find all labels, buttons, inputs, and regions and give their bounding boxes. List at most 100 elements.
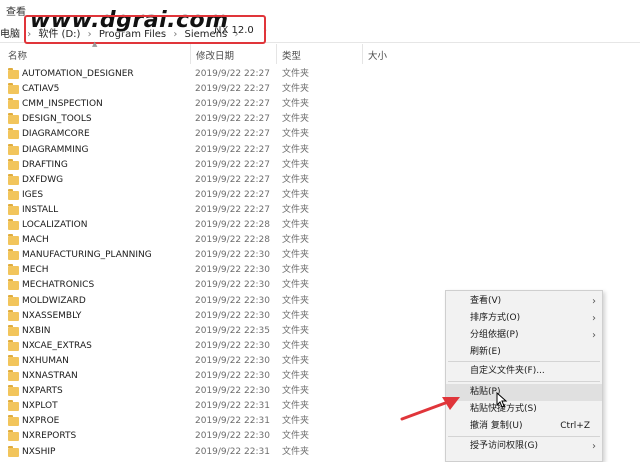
file-name: AUTOMATION_DESIGNER — [22, 69, 134, 79]
file-row[interactable]: AUTOMATION_DESIGNER 2019/9/22 22:27 文件夹 — [0, 67, 640, 82]
ribbon-view-tab[interactable]: 查看 — [6, 3, 26, 18]
file-date: 2019/9/22 22:30 — [195, 250, 270, 261]
context-menu-item-label: 分组依据(P) — [470, 330, 519, 340]
context-menu-item-group-by[interactable]: 分组依据(P) › — [446, 327, 602, 344]
sort-up-icon: ▲ — [92, 40, 98, 48]
column-header-size[interactable]: 大小 — [368, 48, 387, 62]
file-row[interactable]: MECH 2019/9/22 22:30 文件夹 — [0, 263, 640, 278]
context-menu-item-paste-shortcut[interactable]: 粘贴快捷方式(S) — [446, 401, 602, 418]
context-menu-item-sort-by[interactable]: 排序方式(O) › — [446, 310, 602, 327]
file-row[interactable]: LOCALIZATION 2019/9/22 22:28 文件夹 — [0, 218, 640, 233]
file-date: 2019/9/22 22:30 — [195, 310, 270, 321]
column-header-date[interactable]: 修改日期 — [196, 48, 234, 62]
context-menu-item-refresh[interactable]: 刷新(E) — [446, 344, 602, 361]
folder-icon — [8, 143, 19, 155]
file-date: 2019/9/22 22:30 — [195, 295, 270, 306]
context-menu-item-label: 查看(V) — [470, 296, 502, 306]
file-date: 2019/9/22 22:28 — [195, 220, 270, 230]
file-name: INSTALL — [22, 204, 59, 215]
context-menu-item-label: 撤消 复制(U) — [470, 421, 523, 431]
file-type: 文件夹 — [282, 446, 310, 457]
folder-icon — [8, 279, 19, 291]
file-type: 文件夹 — [282, 386, 310, 397]
file-row[interactable]: CATIAV5 2019/9/22 22:27 文件夹 — [0, 82, 640, 97]
folder-icon — [8, 234, 19, 246]
file-date: 2019/9/22 22:30 — [195, 340, 270, 351]
column-divider[interactable] — [362, 44, 363, 64]
file-date: 2019/9/22 22:27 — [195, 159, 270, 170]
column-divider[interactable] — [276, 44, 277, 64]
file-type: 文件夹 — [282, 84, 310, 95]
address-segment-pc[interactable]: 电脑 — [0, 29, 20, 40]
file-type: 文件夹 — [282, 204, 310, 215]
file-name: NXASSEMBLY — [22, 310, 82, 321]
column-header-name[interactable]: 名称 — [8, 48, 27, 62]
file-type: 文件夹 — [282, 129, 310, 140]
context-menu-item-undo-copy[interactable]: 撤消 复制(U) Ctrl+Z — [446, 418, 602, 435]
file-name: DESIGN_TOOLS — [22, 114, 92, 125]
file-name: IGES — [22, 189, 44, 200]
folder-icon — [8, 203, 19, 215]
context-menu-item-give-access[interactable]: 授予访问权限(G) › — [446, 438, 602, 455]
column-divider[interactable] — [190, 44, 191, 64]
file-row[interactable]: IGES 2019/9/22 22:27 文件夹 — [0, 188, 640, 203]
file-row[interactable]: DIAGRAMCORE 2019/9/22 22:27 文件夹 — [0, 127, 640, 142]
context-menu-item-paste[interactable]: 粘贴(P) — [446, 384, 602, 401]
file-date: 2019/9/22 22:30 — [195, 431, 270, 442]
file-name: NXCAE_EXTRAS — [22, 340, 92, 351]
file-row[interactable]: DRAFTING 2019/9/22 22:27 文件夹 — [0, 158, 640, 173]
folder-icon — [8, 219, 19, 230]
folder-icon — [8, 188, 19, 200]
folder-icon — [8, 400, 19, 412]
file-type: 文件夹 — [282, 114, 310, 125]
file-type: 文件夹 — [282, 220, 310, 230]
file-row[interactable]: MANUFACTURING_PLANNING 2019/9/22 22:30 文件夹 — [0, 248, 640, 263]
file-date: 2019/9/22 22:31 — [195, 416, 270, 427]
context-menu-item-label: 刷新(E) — [470, 347, 501, 357]
file-type: 文件夹 — [282, 355, 310, 366]
chevron-right-icon: › — [592, 330, 596, 341]
file-date: 2019/9/22 22:30 — [195, 280, 270, 291]
file-type: 文件夹 — [282, 174, 310, 185]
column-header-type[interactable]: 类型 — [282, 48, 301, 62]
file-row[interactable]: DESIGN_TOOLS 2019/9/22 22:27 文件夹 — [0, 112, 640, 127]
context-menu-item-view[interactable]: 查看(V) › — [446, 293, 602, 310]
file-name: MANUFACTURING_PLANNING — [22, 250, 152, 261]
file-row[interactable]: CMM_INSPECTION 2019/9/22 22:27 文件夹 — [0, 97, 640, 112]
folder-icon — [8, 68, 19, 79]
file-name: CATIAV5 — [22, 84, 60, 95]
context-menu-separator — [448, 436, 600, 437]
folder-icon — [8, 98, 19, 110]
context-menu-shortcut: Ctrl+Z — [560, 421, 590, 431]
folder-icon — [8, 294, 19, 306]
file-row[interactable]: INSTALL 2019/9/22 22:27 文件夹 — [0, 203, 640, 218]
folder-icon — [8, 415, 19, 427]
file-type: 文件夹 — [282, 416, 310, 427]
folder-icon — [8, 430, 19, 442]
folder-icon — [8, 128, 19, 140]
file-row[interactable]: DIAGRAMMING 2019/9/22 22:27 文件夹 — [0, 143, 640, 158]
annotation-highlight-box — [24, 15, 266, 44]
file-type: 文件夹 — [282, 265, 310, 276]
context-menu-item-label: 排序方式(O) — [470, 313, 521, 323]
file-row[interactable]: MACH 2019/9/22 22:28 文件夹 — [0, 233, 640, 248]
file-name: DRAFTING — [22, 159, 68, 170]
folder-icon — [8, 385, 19, 397]
file-name: DXFDWG — [22, 174, 64, 185]
file-date: 2019/9/22 22:30 — [195, 371, 270, 381]
file-name: NXHUMAN — [22, 355, 69, 366]
file-type: 文件夹 — [282, 340, 310, 351]
folder-icon — [8, 370, 19, 381]
file-type: 文件夹 — [282, 189, 310, 200]
file-name: MECH — [22, 265, 49, 276]
file-row[interactable]: DXFDWG 2019/9/22 22:27 文件夹 — [0, 173, 640, 188]
file-type: 文件夹 — [282, 295, 310, 306]
folder-icon — [8, 354, 19, 366]
file-date: 2019/9/22 22:31 — [195, 446, 270, 457]
folder-icon — [8, 339, 19, 351]
context-menu: 查看(V) › 排序方式(O) › 分组依据(P) › 刷新(E) 自定义文件夹(F)... 粘… — [445, 290, 603, 462]
folder-icon — [8, 113, 19, 125]
file-date: 2019/9/22 22:35 — [195, 325, 270, 336]
context-menu-item-customize-folder[interactable]: 自定义文件夹(F)... — [446, 363, 602, 380]
file-name: NXREPORTS — [22, 431, 77, 442]
